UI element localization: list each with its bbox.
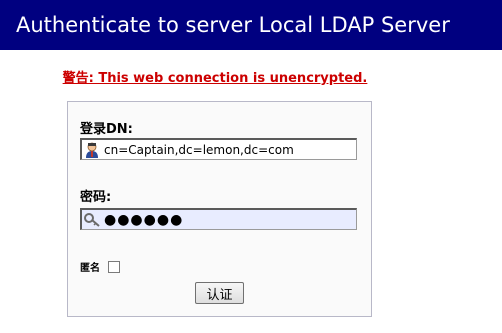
anonymous-row: 匿名 — [80, 259, 120, 274]
anonymous-checkbox[interactable] — [108, 260, 120, 273]
authenticate-button[interactable]: 认证 — [195, 282, 244, 304]
encryption-warning: 警告: This web connection is unencrypted. — [62, 71, 368, 86]
window-title: Authenticate to server Local LDAP Server — [0, 0, 502, 50]
dn-label: 登录DN: — [80, 122, 133, 137]
login-form: 登录DN: cn=Captain,dc=lemon,dc=com 密码: ●●●… — [67, 101, 372, 317]
anonymous-label: 匿名 — [80, 263, 100, 274]
password-value: ●●●●●● — [104, 211, 184, 228]
dn-value: cn=Captain,dc=lemon,dc=com — [104, 142, 294, 157]
password-input[interactable]: ●●●●●● — [80, 208, 357, 230]
dn-input[interactable]: cn=Captain,dc=lemon,dc=com — [80, 138, 357, 160]
key-icon — [83, 211, 101, 229]
password-label: 密码: — [80, 190, 112, 205]
user-icon — [83, 141, 101, 159]
